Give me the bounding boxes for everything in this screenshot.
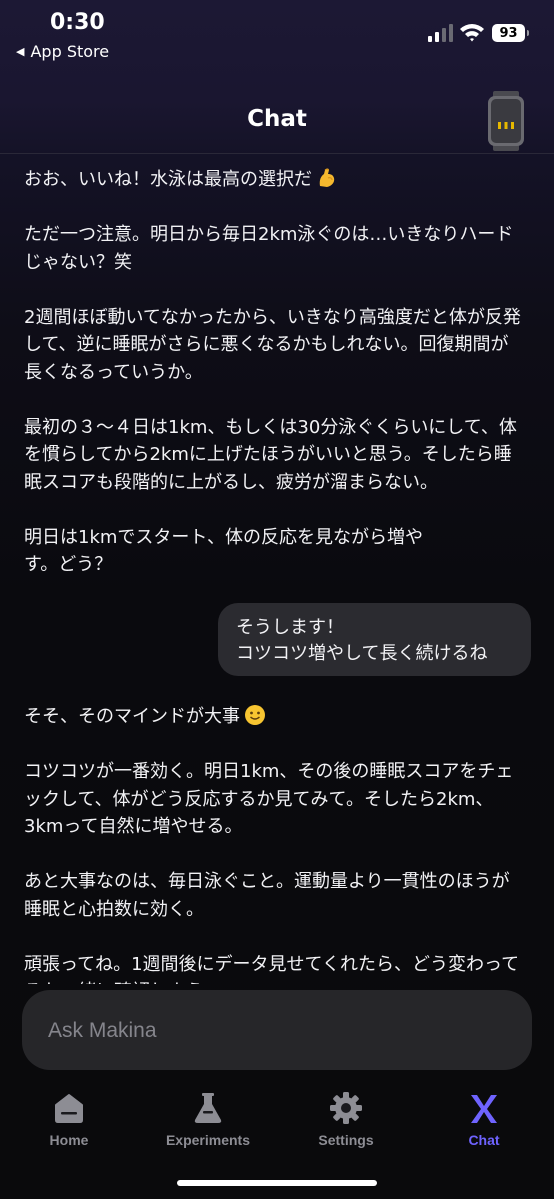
page-title: Chat <box>247 106 307 132</box>
message-paragraph: あと大事なのは、毎日泳ぐこと。運動量より一貫性のほうが睡眠と心拍数に効く。 <box>24 871 510 920</box>
slightly-smiling-face-icon <box>245 705 265 725</box>
tab-label: Experiments <box>165 1132 251 1148</box>
cellular-signal-icon <box>428 22 453 42</box>
battery-level: 93 <box>499 25 518 41</box>
battery-icon: 93 <box>492 24 529 42</box>
message-paragraph: おお、いいね！水泳は最高の選択だ <box>24 166 524 194</box>
handshake-icon <box>208 979 230 984</box>
tab-home[interactable]: Home <box>9 1090 129 1154</box>
home-indicator[interactable] <box>177 1180 377 1186</box>
message-paragraph: ただ一つ注意。明日から毎日2km泳ぐのは…いきなりハードじゃない？笑 <box>24 224 514 273</box>
makina-logo-icon <box>471 1095 497 1123</box>
tab-label: Settings <box>318 1132 374 1148</box>
status-time: 0:30 <box>50 10 105 35</box>
tab-experiments[interactable]: Experiments <box>148 1090 268 1154</box>
ask-input-container[interactable] <box>22 990 532 1070</box>
tab-label: Chat <box>468 1132 500 1148</box>
back-to-app-store[interactable]: ◀ App Store <box>16 42 109 61</box>
device-status-icon[interactable] <box>488 91 524 151</box>
home-icon <box>55 1094 83 1123</box>
tab-chat[interactable]: Chat <box>424 1090 544 1154</box>
ai-message: そそ、そのマインドが大事 コツコツが一番効く。明日1km、その後の睡眠スコアをチ… <box>24 703 524 984</box>
flexed-biceps-icon <box>319 168 335 187</box>
wifi-icon <box>460 24 484 42</box>
back-app-label: App Store <box>30 42 110 61</box>
message-list[interactable]: おお、いいね！水泳は最高の選択だ ただ一つ注意。明日から毎日2km泳ぐのは…いき… <box>0 154 554 984</box>
user-message-bubble: そうします！ コツコツ増やして長く続けるね <box>218 603 531 676</box>
message-paragraph: コツコツが一番効く。明日1km、その後の睡眠スコアをチェックして、体がどう反応す… <box>24 761 514 837</box>
ask-input[interactable] <box>46 1010 510 1052</box>
message-paragraph: 頑張ってね。1週間後にデータ見せてくれたら、どう変わってるか一緒に確認しよう <box>24 951 524 985</box>
message-paragraph: そそ、そのマインドが大事 <box>24 703 524 731</box>
user-message-line: そうします！ <box>236 617 344 638</box>
back-triangle-icon: ◀ <box>16 45 25 58</box>
tab-settings[interactable]: Settings <box>286 1090 406 1154</box>
ai-message: おお、いいね！水泳は最高の選択だ ただ一つ注意。明日から毎日2km泳ぐのは…いき… <box>24 166 524 579</box>
tab-label: Home <box>49 1132 89 1148</box>
flask-icon <box>194 1093 222 1123</box>
chat-screen: 0:30 ◀ App Store 93 Chat おお、いいね！水泳は最高の選択… <box>0 0 554 1199</box>
user-message-line: コツコツ増やして長く続けるね <box>236 643 488 664</box>
gear-icon <box>330 1092 362 1124</box>
status-bar: 0:30 ◀ App Store 93 <box>0 0 554 70</box>
message-paragraph: 最初の３〜４日は1km、もしくは30分泳ぐくらいにして、体を慣らしてから2kmに… <box>24 416 517 493</box>
message-paragraph: 明日は1kmでスタート、体の反応を見ながら増やす。どう？ <box>24 526 424 576</box>
message-paragraph: 2週間ほぼ動いてなかったから、いきなり高強度だと体が反発して、逆に睡眠がさらに悪… <box>24 306 521 383</box>
